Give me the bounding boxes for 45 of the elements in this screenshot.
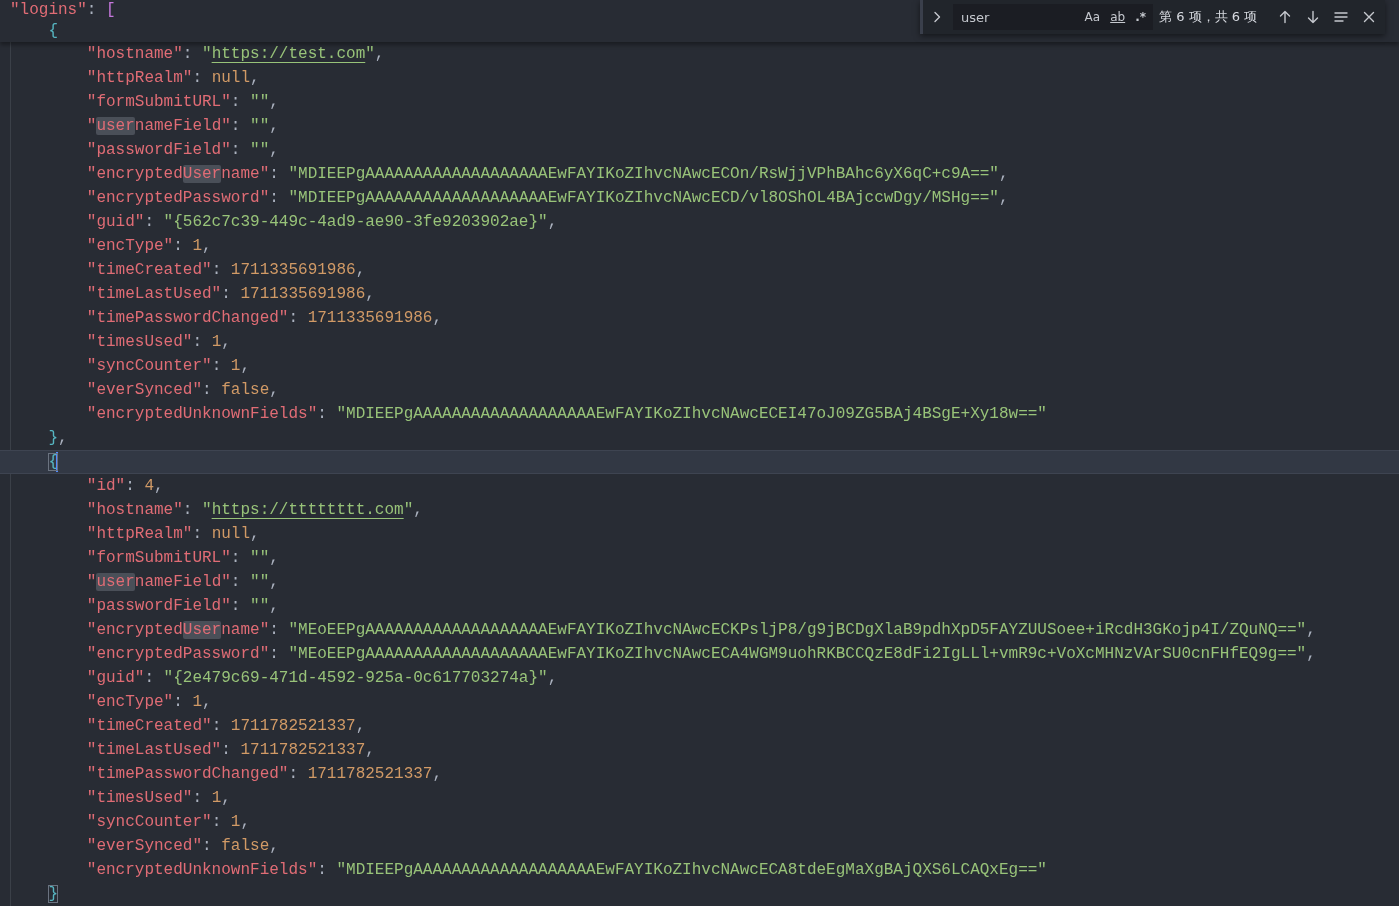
code-line: "logins": [	[10, 1, 116, 19]
code-line: "encryptedUsername": "MDIEEPgAAAAAAAAAAAAAAAAAAAEwFAYIKoZIhvcNAwcECOn/RsWjjVPhBAhc6yX6qC+c9A==",	[86, 165, 1009, 183]
code-line: "timeCreated": 1711782521337,	[86, 717, 366, 735]
code-line: },	[48, 429, 68, 447]
code-line: "everSynced": false,	[86, 381, 279, 399]
code-line: "id": 4,	[86, 477, 164, 495]
code-line: "encryptedUnknownFields": "MDIEEPgAAAAAAAAAAAAAAAAAAAEwFAYIKoZIhvcNAwcECA8tdeEgMaXgBAjQXS6LCAQxEg=="	[86, 861, 1047, 879]
arrow-up-icon	[1277, 9, 1293, 25]
whole-word-toggle[interactable]: ab	[1107, 7, 1129, 27]
code-line: "timeCreated": 1711335691986,	[86, 261, 366, 279]
code-line: "encryptedUsername": "MEoEEPgAAAAAAAAAAAAAAAAAAAEwFAYIKoZIhvcNAwcECKPsljP8/g9jBCDgXlaB9pdhXpD5FAYZUUSoee+iRcdH3GKojp4I/ZQuNQ==",	[86, 621, 1316, 639]
code-line: "usernameField": "",	[86, 573, 279, 591]
code-line: "passwordField": "",	[86, 597, 279, 615]
code-line: "usernameField": "",	[86, 117, 279, 135]
code-line: "timeLastUsed": 1711782521337,	[86, 741, 375, 759]
code-line: "encryptedPassword": "MEoEEPgAAAAAAAAAAAAAAAAAAAEwFAYIKoZIhvcNAwcECA4WGM9uohRKBCCQzE8dFi2IgLLl+vmR9c+VoXcMHNzVArSU0cnFHfEQ9g==",	[86, 645, 1316, 663]
code-line: "timeLastUsed": 1711335691986,	[86, 285, 375, 303]
match-case-toggle[interactable]: Aa	[1081, 7, 1104, 27]
arrow-down-icon	[1305, 9, 1321, 25]
regex-toggle[interactable]: .*	[1132, 7, 1149, 27]
code-line: "timesUsed": 1,	[86, 789, 231, 807]
code-line: }	[48, 885, 58, 903]
code-line: "encryptedUnknownFields": "MDIEEPgAAAAAAAAAAAAAAAAAAAEwFAYIKoZIhvcNAwcECEI47oJ09ZG5BAj4BSgE+Xy18w=="	[86, 405, 1047, 423]
code-line: "guid": "{562c7c39-449c-4ad9-ae90-3fe9203902ae}",	[86, 213, 558, 231]
code-line: "hostname": "https://test.com",	[86, 45, 385, 63]
close-icon	[1361, 9, 1377, 25]
code-line: "encType": 1,	[86, 693, 212, 711]
code-line: "encType": 1,	[86, 237, 212, 255]
code-line: "httpRealm": null,	[86, 69, 260, 87]
code-line: {	[48, 22, 58, 40]
code-line: "formSubmitURL": "",	[86, 93, 279, 111]
code-line: "hostname": "https://tttttttt.com",	[86, 501, 423, 519]
code-line: "timePasswordChanged": 1711335691986,	[86, 309, 443, 327]
code-line: "syncCounter": 1,	[86, 357, 251, 375]
code-line: "timePasswordChanged": 1711782521337,	[86, 765, 443, 783]
code-line: "passwordField": "",	[86, 141, 279, 159]
code-line: "httpRealm": null,	[86, 525, 260, 543]
code-line: "timesUsed": 1,	[86, 333, 231, 351]
match-count: 第 6 项，共 6 项	[1159, 8, 1258, 26]
code-line: "syncCounter": 1,	[86, 813, 251, 831]
code-line: "guid": "{2e479c69-471d-4592-925a-0c617703274a}",	[86, 669, 558, 687]
code-line: "encryptedPassword": "MDIEEPgAAAAAAAAAAAAAAAAAAAEwFAYIKoZIhvcNAwcECD/vl8OShOL4BAjccwDgy/MSHg==",	[86, 189, 1009, 207]
code-line: "formSubmitURL": "",	[86, 549, 279, 567]
code-line: "everSynced": false,	[86, 837, 279, 855]
lines-icon	[1333, 9, 1349, 25]
